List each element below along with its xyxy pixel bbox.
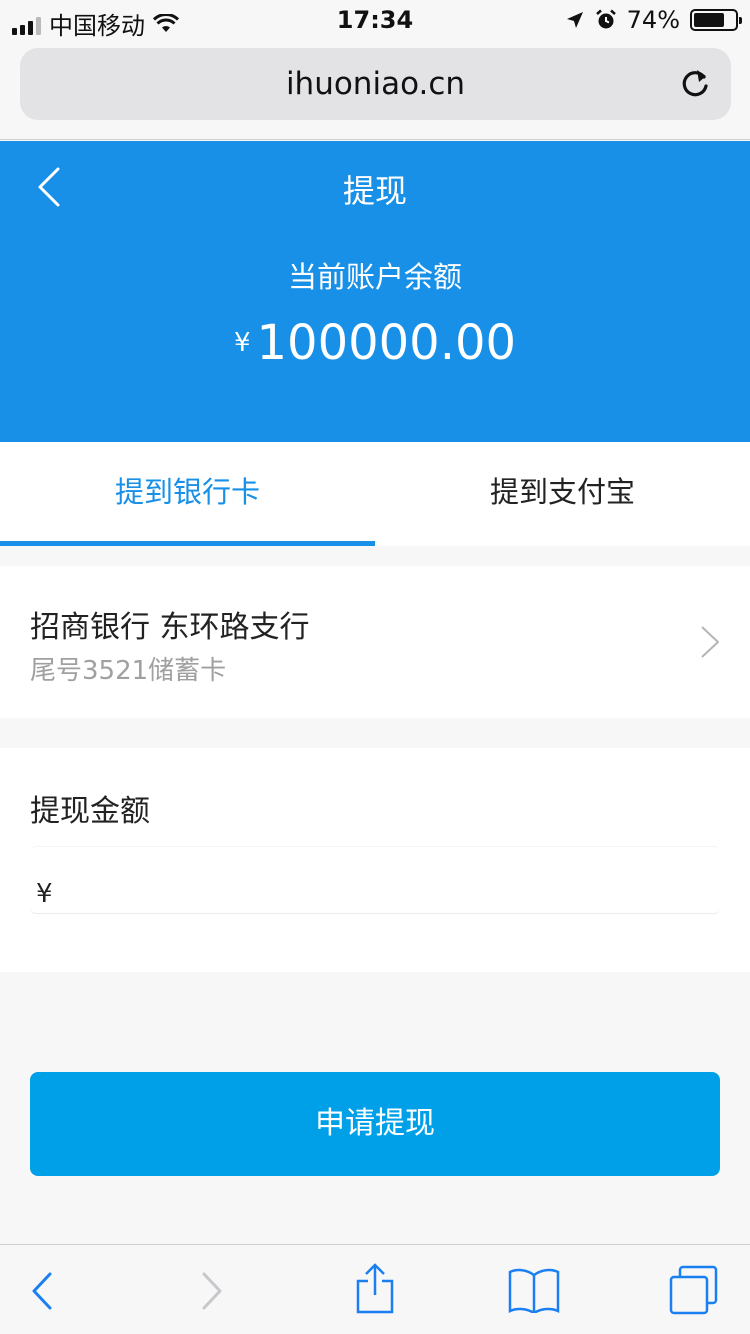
location-icon <box>566 12 583 28</box>
balance-currency: ¥ <box>233 328 251 358</box>
amount-currency: ¥ <box>36 879 53 909</box>
chevron-right-icon <box>701 626 719 658</box>
balance-amount: ¥100000.00 <box>0 315 750 371</box>
status-right: 74% <box>565 6 742 34</box>
balance-label: 当前账户余额 <box>287 260 462 294</box>
amount-field: ¥ <box>30 846 720 914</box>
status-bar: 中国移动 17:34 74% <box>0 0 750 40</box>
apply-withdraw-button[interactable]: 申请提现 <box>30 1072 720 1176</box>
alarm-icon <box>595 9 616 29</box>
bank-card-tail: 尾号3521储蓄卡 <box>30 656 227 686</box>
tab-bank-card[interactable]: 提到银行卡 <box>0 442 375 546</box>
share-icon[interactable] <box>354 1263 396 1315</box>
withdraw-tabs: 提到银行卡 提到支付宝 <box>0 442 750 546</box>
bank-card-selector[interactable]: 招商银行 东环路支行 尾号3521储蓄卡 <box>0 566 750 718</box>
browser-toolbar <box>0 1244 750 1334</box>
address-bar-container: ihuoniao.cn <box>0 40 750 140</box>
tab-alipay[interactable]: 提到支付宝 <box>375 442 750 546</box>
url-text[interactable]: ihuoniao.cn <box>20 66 731 102</box>
withdraw-screen: 中国移动 17:34 74% ihuoniao.cn 提现 当前账户余额 ¥ 1… <box>0 0 750 1334</box>
amount-input[interactable] <box>68 857 708 907</box>
balance-header: 提现 当前账户余额 ¥100000.00 <box>0 141 750 442</box>
address-bar[interactable]: ihuoniao.cn <box>20 48 731 120</box>
tabs-icon[interactable] <box>668 1265 720 1315</box>
back-icon[interactable] <box>30 1271 56 1311</box>
amount-section: 提现金额 ¥ <box>0 748 750 972</box>
battery-fill <box>694 13 724 27</box>
bookmarks-icon[interactable] <box>508 1267 560 1313</box>
forward-icon[interactable] <box>198 1271 224 1311</box>
battery-percent: 74% <box>626 6 680 34</box>
balance-value: 100000.00 <box>256 315 517 371</box>
bank-name: 招商银行 东环路支行 <box>30 610 310 645</box>
page-title: 提现 <box>342 172 407 210</box>
amount-label: 提现金额 <box>30 794 150 829</box>
reload-icon[interactable] <box>677 66 713 102</box>
battery-icon <box>690 9 742 31</box>
